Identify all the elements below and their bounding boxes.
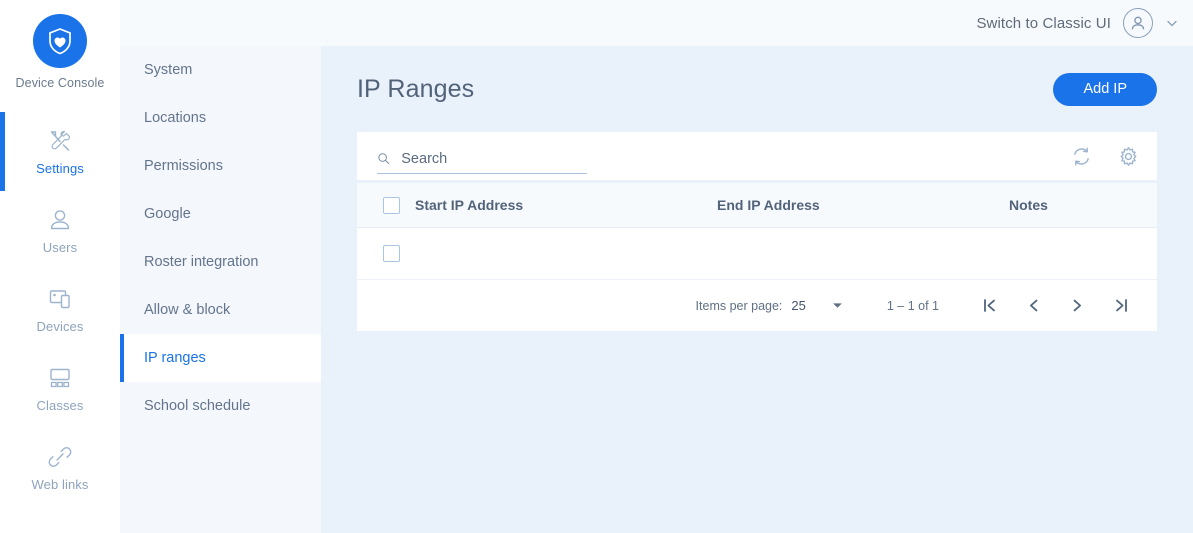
ip-ranges-table: Start IP Address End IP Address Notes It… (357, 183, 1157, 331)
pagination-buttons (975, 292, 1135, 320)
subnav-item-ip-ranges[interactable]: IP ranges (120, 334, 321, 382)
page-title: IP Ranges (357, 74, 475, 103)
search-icon (378, 153, 390, 165)
subnav-item-label: IP ranges (144, 350, 206, 366)
classes-icon (50, 368, 70, 387)
search-toolbar (357, 132, 1157, 180)
toolbar-actions (1071, 146, 1139, 167)
subnav-item-locations[interactable]: Locations (120, 94, 321, 142)
pagination-range-label: 1 – 1 of 1 (886, 298, 939, 313)
switch-to-classic-ui-link[interactable]: Switch to Classic UI (976, 15, 1111, 32)
subnav-item-google[interactable]: Google (120, 190, 321, 238)
sidebar-item-label: Classes (36, 397, 84, 413)
primary-sidebar: Device Console Settings Users Devices Cl… (0, 0, 120, 533)
chevron-down-icon[interactable] (1165, 16, 1179, 30)
top-bar: Switch to Classic UI (120, 0, 1193, 46)
column-header-end-ip[interactable]: End IP Address (717, 197, 1009, 213)
subnav-item-label: Allow & block (144, 302, 231, 318)
link-icon (48, 446, 72, 467)
table-header-row: Start IP Address End IP Address Notes (357, 183, 1157, 228)
items-per-page-label: Items per page: (695, 298, 783, 313)
primary-nav-list: Settings Users Devices Classes Web links (0, 112, 120, 507)
previous-page-button[interactable] (1019, 292, 1047, 320)
table-row[interactable] (357, 228, 1157, 280)
subnav-item-label: Roster integration (144, 254, 259, 270)
sidebar-item-settings[interactable]: Settings (0, 112, 120, 191)
sidebar-item-label: Users (42, 239, 78, 255)
user-icon (50, 209, 70, 229)
select-all-cell (357, 196, 415, 214)
secondary-sidebar: System Locations Permissions Google Rost… (120, 0, 321, 533)
gear-icon[interactable] (1118, 146, 1139, 167)
search-input[interactable] (401, 150, 587, 167)
refresh-icon[interactable] (1071, 146, 1092, 167)
first-page-button[interactable] (975, 292, 1003, 320)
paginator: Items per page: 25 1 – 1 of 1 (357, 280, 1157, 331)
page-header: IP Ranges Add IP (357, 46, 1157, 132)
subnav-item-roster-integration[interactable]: Roster integration (120, 238, 321, 286)
subnav-item-label: Locations (144, 110, 207, 126)
subnav-item-label: Permissions (144, 158, 223, 174)
column-header-notes[interactable]: Notes (1009, 197, 1157, 213)
sidebar-item-devices[interactable]: Devices (0, 270, 120, 349)
sidebar-item-label: Settings (36, 160, 84, 176)
brand: Device Console (0, 0, 120, 90)
subnav-item-school-schedule[interactable]: School schedule (120, 382, 321, 430)
sidebar-item-label: Devices (36, 318, 84, 334)
main-content: IP Ranges Add IP Search Start IP Address… (321, 0, 1193, 533)
add-ip-button[interactable]: Add IP (1053, 72, 1157, 106)
shield-heart-icon (49, 28, 71, 55)
subnav-item-label: System (144, 62, 193, 78)
subnav-item-allow-and-block[interactable]: Allow & block (120, 286, 321, 334)
column-header-start-ip[interactable]: Start IP Address (415, 197, 717, 213)
first-page-icon (983, 299, 995, 312)
brand-logo (33, 14, 87, 68)
sidebar-item-web-links[interactable]: Web links (0, 428, 120, 507)
select-all-checkbox[interactable] (383, 196, 400, 214)
avatar[interactable] (1123, 8, 1153, 38)
chevron-down-icon (833, 303, 842, 308)
search-field-wrapper (377, 144, 587, 174)
row-select-cell (357, 245, 415, 262)
row-checkbox[interactable] (383, 245, 400, 262)
sidebar-item-users[interactable]: Users (0, 191, 120, 270)
subnav-item-permissions[interactable]: Permissions (120, 142, 321, 190)
items-per-page-select[interactable]: 25 (791, 298, 842, 313)
last-page-button[interactable] (1107, 292, 1135, 320)
subnav-item-system[interactable]: System (120, 46, 321, 94)
next-page-button[interactable] (1063, 292, 1091, 320)
user-avatar-icon (1131, 16, 1145, 30)
items-per-page-value: 25 (791, 298, 806, 313)
subnav-item-label: Google (144, 206, 191, 222)
tools-icon (50, 130, 71, 151)
sidebar-item-label: Web links (31, 476, 89, 492)
app-root: Device Console Settings Users Devices Cl… (0, 0, 1193, 533)
previous-page-icon (1029, 299, 1037, 312)
devices-icon (49, 289, 70, 308)
next-page-icon (1073, 299, 1081, 312)
brand-name: Device Console (15, 76, 105, 90)
last-page-icon (1115, 299, 1127, 312)
subnav-item-label: School schedule (144, 398, 251, 414)
sidebar-item-classes[interactable]: Classes (0, 349, 120, 428)
